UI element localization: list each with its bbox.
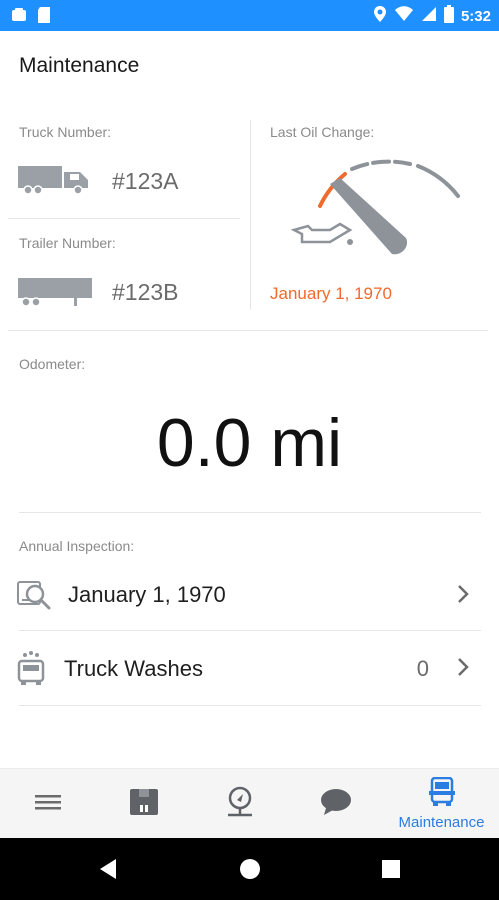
- divider: [8, 330, 488, 331]
- truck-wash-icon: [17, 651, 45, 692]
- nav-menu[interactable]: [0, 769, 96, 839]
- recents-icon[interactable]: [381, 859, 401, 884]
- annual-inspection-row[interactable]: January 1, 1970: [0, 560, 499, 630]
- trailer-number: #123B: [112, 279, 179, 305]
- back-icon[interactable]: [98, 858, 118, 885]
- vertical-divider: [250, 120, 251, 310]
- truck-front-icon: [428, 776, 456, 812]
- trailer-icon: [18, 276, 94, 313]
- battery-icon: [443, 5, 454, 28]
- annual-inspection-label: Annual Inspection:: [19, 538, 135, 554]
- truck-number-label: Truck Number:: [19, 124, 112, 140]
- divider: [19, 512, 481, 513]
- nav-messages[interactable]: [288, 769, 384, 839]
- nav-maintenance[interactable]: Maintenance: [384, 769, 499, 839]
- trailer-number-label: Trailer Number:: [19, 235, 116, 251]
- oil-change-date: January 1, 1970: [270, 284, 392, 303]
- status-bar: 5:32: [0, 0, 499, 31]
- package-icon: [129, 787, 159, 822]
- notification-icon: [10, 6, 28, 29]
- divider: [19, 705, 481, 706]
- truck-number: #123A: [112, 168, 179, 194]
- truck-icon: [18, 164, 94, 201]
- oil-change-label: Last Oil Change:: [270, 124, 375, 140]
- location-status-icon: [373, 5, 387, 28]
- annual-inspection-date: January 1, 1970: [68, 582, 226, 607]
- location-icon: [225, 786, 255, 823]
- signal-icon: [421, 6, 437, 27]
- sd-card-icon: [36, 6, 52, 29]
- system-nav-bar: [0, 838, 499, 900]
- status-time: 5:32: [460, 8, 491, 25]
- nav-maintenance-label: Maintenance: [398, 814, 485, 831]
- oil-gauge-icon: [290, 156, 465, 271]
- menu-icon: [35, 792, 61, 817]
- home-icon[interactable]: [239, 858, 261, 885]
- truck-washes-row[interactable]: Truck Washes 0: [0, 631, 499, 705]
- odometer-value: 0.0 mi: [156, 405, 343, 481]
- page-title: Maintenance: [19, 54, 140, 77]
- wifi-icon: [394, 6, 414, 27]
- odometer-label: Odometer:: [19, 356, 86, 372]
- divider: [8, 218, 240, 219]
- truck-washes-count: 0: [416, 656, 429, 681]
- chat-icon: [320, 788, 352, 821]
- inspection-icon: [17, 580, 51, 615]
- nav-locations[interactable]: [192, 769, 288, 839]
- chevron-right-icon: [456, 584, 470, 609]
- chevron-right-icon: [456, 657, 470, 682]
- bottom-nav: Maintenance: [0, 768, 499, 838]
- truck-washes-label: Truck Washes: [64, 656, 203, 681]
- nav-loads[interactable]: [96, 769, 192, 839]
